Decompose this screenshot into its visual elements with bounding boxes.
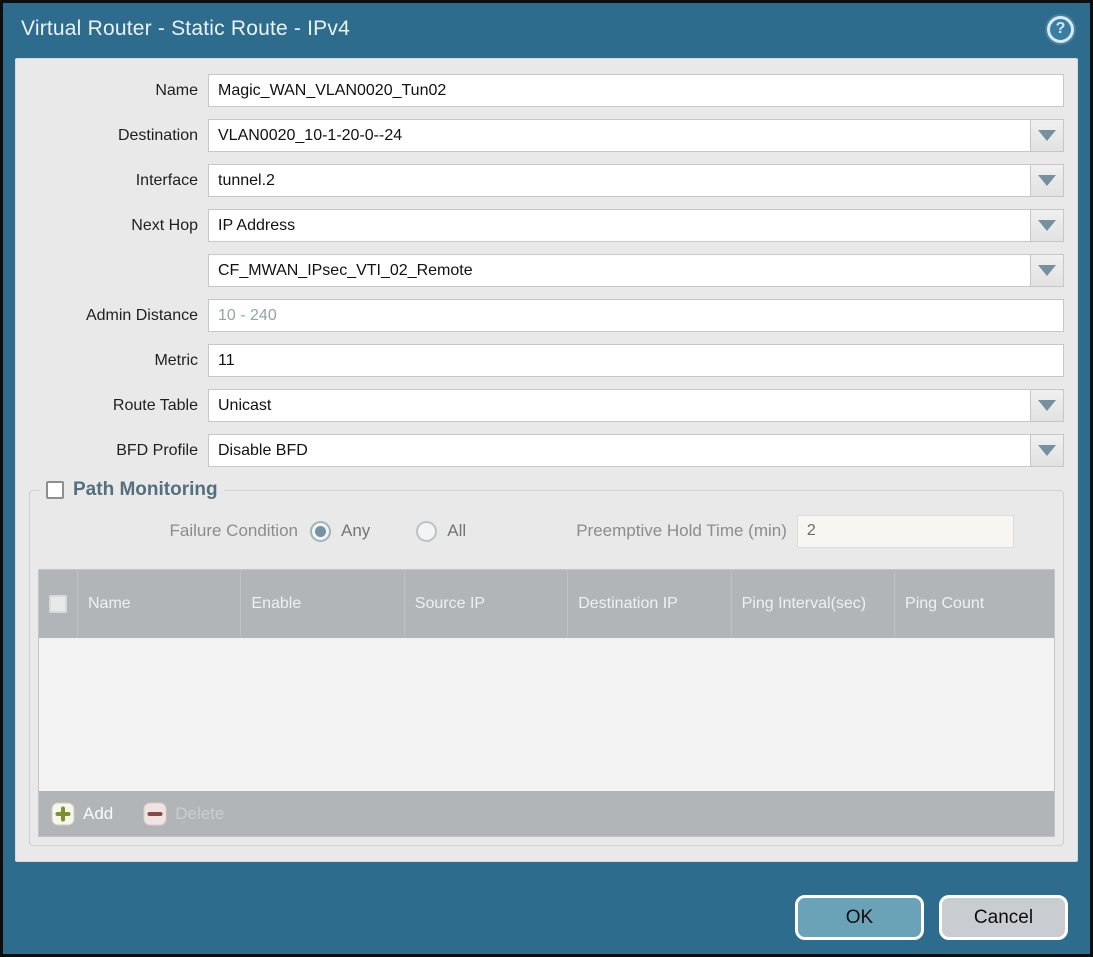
- failure-condition-all-radio[interactable]: [416, 521, 437, 542]
- column-header-ping-count: Ping Count: [894, 570, 1054, 638]
- path-monitoring-checkbox[interactable]: [46, 481, 64, 499]
- bfd-profile-input[interactable]: [208, 434, 1031, 467]
- select-all-cell: [39, 570, 77, 638]
- dialog-footer: OK Cancel: [795, 895, 1068, 940]
- chevron-down-icon: [1038, 175, 1056, 186]
- destination-input[interactable]: [208, 119, 1031, 152]
- next-hop-value-dropdown-button[interactable]: [1030, 254, 1064, 287]
- admin-distance-label: Admin Distance: [16, 307, 208, 325]
- interface-dropdown-button[interactable]: [1030, 164, 1064, 197]
- column-header-destination-ip: Destination IP: [567, 570, 730, 638]
- dialog-titlebar: Virtual Router - Static Route - IPv4 ?: [3, 3, 1090, 55]
- delete-button[interactable]: Delete: [143, 802, 224, 826]
- preemptive-hold-time-label: Preemptive Hold Time (min): [576, 521, 787, 541]
- select-all-checkbox[interactable]: [49, 595, 67, 613]
- failure-condition-all-label: All: [447, 521, 466, 541]
- chevron-down-icon: [1038, 220, 1056, 231]
- column-header-source-ip: Source IP: [404, 570, 567, 638]
- failure-condition-any-label: Any: [341, 521, 370, 541]
- chevron-down-icon: [1038, 445, 1056, 456]
- form-row-name: Name: [16, 74, 1077, 107]
- route-table-input[interactable]: [208, 389, 1031, 422]
- failure-condition-row: Failure Condition Any All Preemptive Hol…: [38, 505, 1055, 557]
- delete-button-label: Delete: [175, 804, 224, 824]
- next-hop-value-input[interactable]: [208, 254, 1031, 287]
- next-hop-type-input[interactable]: [208, 209, 1031, 242]
- route-table-label: Route Table: [16, 397, 208, 415]
- interface-input[interactable]: [208, 164, 1031, 197]
- form-row-metric: Metric: [16, 344, 1077, 377]
- column-header-name: Name: [77, 570, 240, 638]
- chevron-down-icon: [1038, 400, 1056, 411]
- form-row-route-table: Route Table: [16, 389, 1077, 422]
- form-row-destination: Destination: [16, 119, 1077, 152]
- minus-icon: [143, 802, 167, 826]
- path-monitoring-title: Path Monitoring: [73, 479, 218, 501]
- form-row-bfd-profile: BFD Profile: [16, 434, 1077, 467]
- destination-label: Destination: [16, 127, 208, 145]
- add-button-label: Add: [83, 804, 113, 824]
- failure-condition-label: Failure Condition: [38, 521, 310, 541]
- column-header-enable: Enable: [240, 570, 403, 638]
- preemptive-hold-time-input[interactable]: [797, 515, 1014, 548]
- metric-input[interactable]: [208, 344, 1064, 377]
- form-row-interface: Interface: [16, 164, 1077, 197]
- table-header-row: Name Enable Source IP Destination IP Pin…: [39, 570, 1054, 638]
- help-icon[interactable]: ?: [1047, 16, 1074, 43]
- name-label: Name: [16, 82, 208, 100]
- failure-condition-radio-group: Any All: [310, 521, 502, 542]
- name-input[interactable]: [208, 74, 1064, 107]
- path-monitoring-legend: Path Monitoring: [40, 479, 224, 501]
- chevron-down-icon: [1038, 130, 1056, 141]
- destination-dropdown-button[interactable]: [1030, 119, 1064, 152]
- form-row-next-hop: Next Hop: [16, 209, 1077, 242]
- failure-condition-any-radio[interactable]: [310, 521, 331, 542]
- path-monitoring-section: Path Monitoring Failure Condition Any Al…: [29, 479, 1064, 846]
- dialog-window: Virtual Router - Static Route - IPv4 ? N…: [0, 0, 1093, 957]
- add-button[interactable]: Add: [51, 802, 113, 826]
- plus-icon: [51, 802, 75, 826]
- bfd-profile-dropdown-button[interactable]: [1030, 434, 1064, 467]
- ok-button[interactable]: OK: [795, 895, 924, 940]
- table-toolbar: Add Delete: [39, 791, 1054, 836]
- admin-distance-input[interactable]: [208, 299, 1064, 332]
- form-row-admin-distance: Admin Distance: [16, 299, 1077, 332]
- cancel-button[interactable]: Cancel: [939, 895, 1068, 940]
- next-hop-type-dropdown-button[interactable]: [1030, 209, 1064, 242]
- dialog-body: Name Destination Interface Next Hop: [15, 58, 1078, 862]
- next-hop-label: Next Hop: [16, 217, 208, 235]
- table-body-empty: [39, 638, 1054, 791]
- route-table-dropdown-button[interactable]: [1030, 389, 1064, 422]
- bfd-profile-label: BFD Profile: [16, 442, 208, 460]
- chevron-down-icon: [1038, 265, 1056, 276]
- interface-label: Interface: [16, 172, 208, 190]
- metric-label: Metric: [16, 352, 208, 370]
- path-monitoring-table: Name Enable Source IP Destination IP Pin…: [38, 569, 1055, 837]
- dialog-title: Virtual Router - Static Route - IPv4: [21, 17, 350, 41]
- column-header-ping-interval: Ping Interval(sec): [731, 570, 894, 638]
- form-row-next-hop-value: [16, 254, 1077, 287]
